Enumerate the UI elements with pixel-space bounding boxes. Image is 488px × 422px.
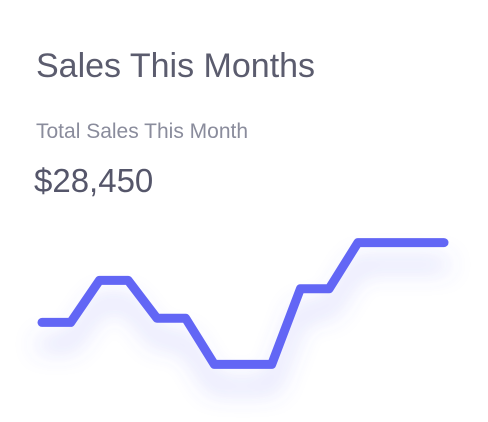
sales-line-chart	[37, 238, 449, 392]
sales-card: Sales This Months Total Sales This Month…	[0, 0, 488, 422]
